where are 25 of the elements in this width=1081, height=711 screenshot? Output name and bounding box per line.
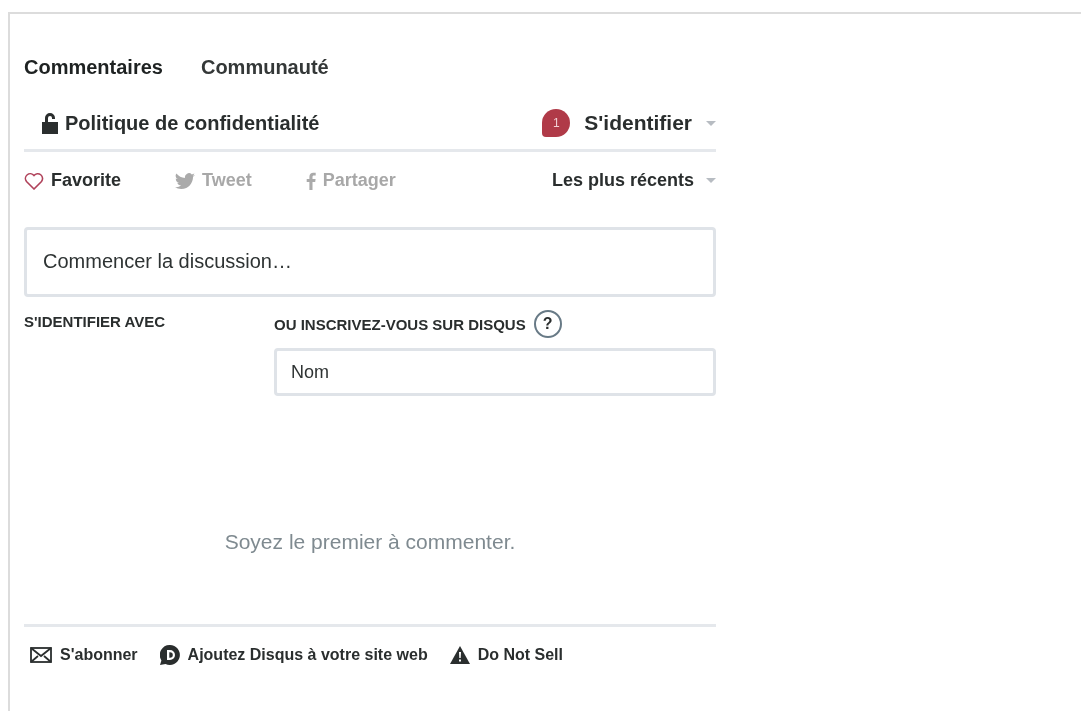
section-label: OU INSCRIVEZ-VOUS SUR DISQUS bbox=[274, 315, 526, 333]
help-button[interactable]: ? bbox=[533, 310, 562, 338]
sort-menu[interactable]: Les plus récents bbox=[551, 170, 716, 191]
heart-icon bbox=[24, 171, 44, 190]
mail-link[interactable]: S'abonner bbox=[30, 645, 138, 665]
caret-icon bbox=[706, 120, 716, 126]
disqus-link[interactable]: Ajoutez Disqus à votre site web bbox=[159, 645, 428, 665]
warning-link[interactable]: Do Not Sell bbox=[449, 645, 563, 665]
lock-icon bbox=[41, 112, 59, 134]
f-icon bbox=[305, 171, 316, 190]
login-menu[interactable]: 1 S'identifier bbox=[542, 109, 716, 137]
envelope-icon bbox=[30, 647, 52, 663]
section-label: S'IDENTIFIER AVEC bbox=[24, 313, 167, 332]
empty-message: Soyez le premier à commenter. bbox=[223, 530, 517, 554]
nav-tab[interactable]: Commentaires bbox=[24, 56, 163, 79]
caret-icon bbox=[706, 178, 716, 183]
name-field[interactable]: Nom bbox=[274, 348, 716, 396]
notification-badge: 1 bbox=[542, 109, 571, 137]
bird-icon bbox=[175, 172, 196, 189]
favorite-button[interactable]: Favorite bbox=[24, 170, 122, 191]
nav-tab[interactable]: Communauté bbox=[200, 56, 329, 79]
warning-icon bbox=[449, 646, 470, 664]
comment-field[interactable]: Commencer la discussion… bbox=[24, 227, 716, 297]
privacy-link[interactable]: Politique de confidentialité bbox=[41, 111, 320, 135]
disqus-icon bbox=[159, 645, 180, 665]
